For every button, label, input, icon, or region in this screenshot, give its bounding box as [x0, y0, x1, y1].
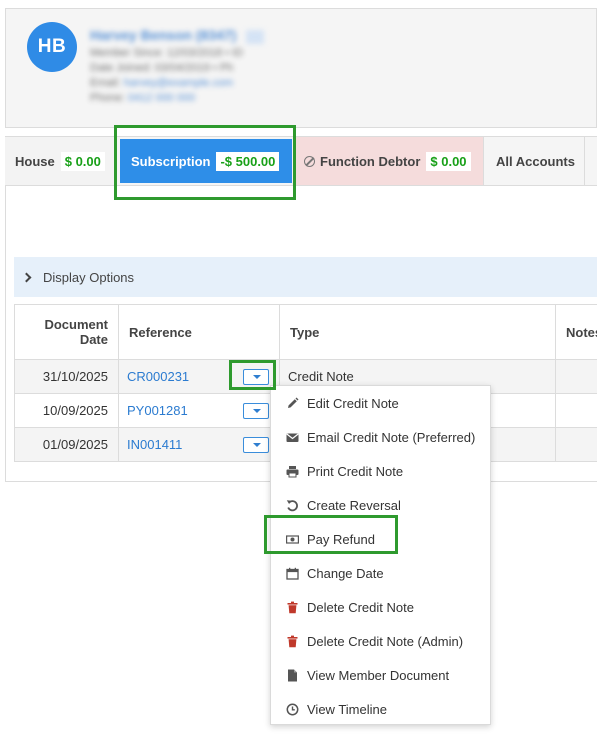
reference-link[interactable]: IN001411 [127, 437, 182, 452]
column-header-notes[interactable]: Notes [555, 304, 597, 360]
printer-icon [286, 465, 299, 478]
reference-cell: PY001281 [118, 393, 280, 428]
reference-cell: CR000231 [118, 359, 280, 394]
menu-item-label: Change Date [307, 565, 384, 581]
tab-subscription-label: Subscription [131, 153, 211, 169]
member-name[interactable]: Harvey Benson (8347) [90, 27, 236, 43]
email-link[interactable]: harvey@example.com [124, 77, 234, 89]
reference-cell: IN001411 [118, 427, 280, 462]
menu-item-change-date[interactable]: Change Date [271, 556, 490, 590]
tab-all-accounts[interactable]: All Accounts [483, 137, 585, 185]
tab-subscription[interactable]: Subscription -$ 500.00 [120, 139, 292, 183]
menu-item-label: Edit Credit Note [307, 395, 399, 411]
date-joined-line: Date Joined: 03/04/2019 • Ph [90, 61, 234, 74]
menu-item-edit-credit-note[interactable]: Edit Credit Note [271, 386, 490, 420]
money-icon [286, 533, 299, 546]
document-icon [286, 669, 299, 682]
menu-item-create-reversal[interactable]: Create Reversal [271, 488, 490, 522]
row-actions-dropdown-button[interactable] [243, 369, 269, 385]
reference-link[interactable]: PY001281 [127, 403, 188, 418]
menu-item-label: Delete Credit Note (Admin) [307, 633, 464, 649]
tab-all-accounts-label: All Accounts [496, 153, 575, 169]
pencil-icon [286, 397, 299, 410]
menu-item-delete-credit-note[interactable]: Delete Credit Note [271, 590, 490, 624]
column-header-type[interactable]: Type [279, 304, 556, 360]
avatar: HB [27, 22, 77, 72]
menu-item-label: Create Reversal [307, 497, 401, 513]
tab-house-label: House [15, 153, 55, 169]
document-notes [555, 393, 597, 428]
undo-icon [286, 499, 299, 512]
menu-item-label: Pay Refund [307, 531, 375, 547]
document-notes [555, 359, 597, 394]
envelope-icon [286, 431, 299, 444]
column-header-reference[interactable]: Reference [118, 304, 280, 360]
document-date: 10/09/2025 [14, 393, 119, 428]
tab-function-debtor-label: Function Debtor [320, 153, 421, 169]
row-actions-menu: Edit Credit Note Email Credit Note (Pref… [270, 385, 491, 725]
tab-house[interactable]: House $ 0.00 [5, 137, 113, 185]
display-options-label: Display Options [43, 269, 135, 285]
menu-item-label: Delete Credit Note [307, 599, 414, 615]
menu-item-label: Print Credit Note [307, 463, 404, 479]
menu-item-label: Email Credit Note (Preferred) [307, 429, 476, 445]
menu-item-delete-credit-note-admin[interactable]: Delete Credit Note (Admin) [271, 624, 490, 658]
account-tabs: House $ 0.00 Subscription -$ 500.00 Func… [5, 136, 597, 186]
row-actions-dropdown-button[interactable] [243, 437, 269, 453]
phone-label: Phone: [90, 91, 128, 104]
ban-icon [304, 155, 315, 167]
menu-item-print-credit-note[interactable]: Print Credit Note [271, 454, 490, 488]
tab-function-debtor-amount: $ 0.00 [426, 151, 471, 171]
menu-item-pay-refund[interactable]: Pay Refund [271, 522, 490, 556]
menu-item-label: View Timeline [307, 701, 387, 717]
calendar-icon [286, 567, 299, 580]
menu-item-label: View Member Document [307, 667, 450, 683]
menu-item-email-credit-note[interactable]: Email Credit Note (Preferred) [271, 420, 490, 454]
member-tag-icon[interactable] [245, 29, 264, 44]
member-profile-card: HB Harvey Benson (8347) Member Since: 12… [5, 8, 597, 128]
phone-link[interactable]: 0412 000 000 [128, 92, 195, 104]
member-since-line: Member Since: 12/03/2018 • ID [90, 46, 244, 59]
table-header-row: Document Date Reference Type Notes [14, 304, 597, 360]
tab-house-amount: $ 0.00 [60, 151, 105, 171]
email-label: Email: [90, 76, 124, 89]
clock-icon [286, 703, 299, 716]
member-info: Harvey Benson (8347) Member Since: 12/03… [90, 27, 264, 104]
menu-item-view-timeline[interactable]: View Timeline [271, 692, 490, 726]
document-date: 01/09/2025 [14, 427, 119, 462]
trash-icon [286, 601, 299, 614]
column-header-document-date[interactable]: Document Date [14, 304, 119, 360]
reference-link[interactable]: CR000231 [127, 369, 189, 384]
row-actions-dropdown-button[interactable] [243, 403, 269, 419]
display-options-toggle[interactable]: Display Options [14, 257, 597, 297]
phone-line: Phone: 0412 000 000 [90, 92, 264, 104]
trash-icon [286, 635, 299, 648]
chevron-right-icon [21, 272, 32, 282]
tab-subscription-amount: -$ 500.00 [216, 151, 280, 171]
tab-function-debtor[interactable]: Function Debtor $ 0.00 [293, 137, 483, 185]
document-date: 31/10/2025 [14, 359, 119, 394]
email-line: Email: harvey@example.com [90, 77, 264, 89]
document-notes [555, 427, 597, 462]
menu-item-view-member-document[interactable]: View Member Document [271, 658, 490, 692]
